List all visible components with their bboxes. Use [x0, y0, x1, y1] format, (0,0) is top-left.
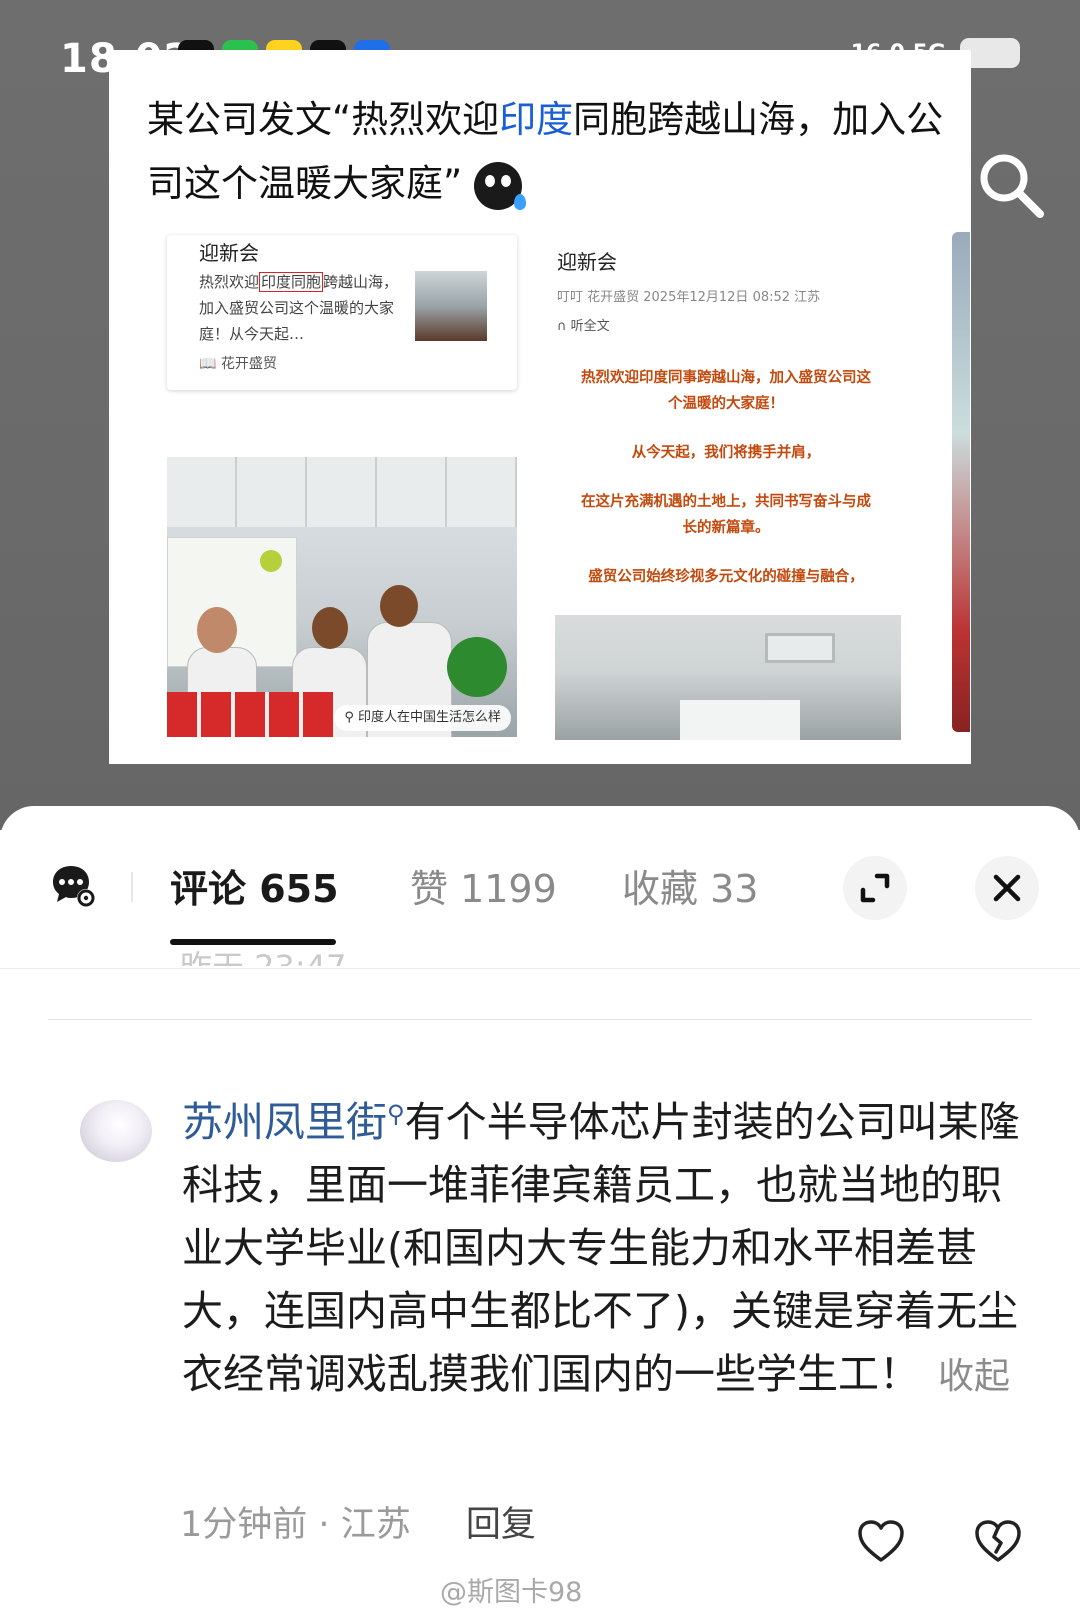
post-preview-area: 18:02 ♪ ● 美团 ✕ C 16.0 5G 某公司发文“热烈欢迎印度同胞跨… [0, 0, 1080, 830]
article-line: 在这片充满机遇的土地上，共同书写奋斗与成 [581, 494, 871, 510]
plant [447, 637, 507, 697]
mini-body-before: 热烈欢迎 [199, 273, 260, 291]
article-line: 从今天起，我们将携手并肩， [631, 445, 821, 461]
image-search-pill[interactable]: ⚲ 印度人在中国生活怎么样 [334, 705, 511, 731]
ceiling [167, 457, 517, 527]
tab-separator [131, 872, 133, 902]
listen-button: ∩ 听全文 [557, 315, 610, 334]
mini-card-source: 📖 花开盛贸 [199, 353, 277, 373]
tab-comments[interactable]: 评论 655 [170, 858, 339, 913]
post-title-part1: 某公司发文“热烈欢迎 [147, 98, 500, 141]
close-button[interactable] [975, 856, 1039, 920]
image-search-label: 印度人在中国生活怎么样 [357, 710, 501, 725]
article-line: 盛贸公司始终珍视多元文化的碰撞与融合， [588, 569, 864, 585]
article-line: 长的新篇章。 [682, 520, 770, 536]
previous-comment-fragment: 昨天 23:47 [180, 942, 346, 966]
mini-card-title: 迎新会 [199, 241, 259, 265]
comment-time: 1分钟前 [180, 1505, 308, 1545]
article-line: 个温暖的大家庭！ [668, 396, 784, 412]
close-icon [993, 874, 1021, 902]
article-photo [555, 615, 901, 740]
article-title: 迎新会 [557, 250, 617, 274]
mini-body-boxed: 印度同胞 [259, 272, 324, 292]
reply-button[interactable]: 回复 [466, 1505, 536, 1545]
headphones-icon: ∩ [557, 319, 567, 334]
tabbar-divider [0, 968, 1080, 969]
heart-icon[interactable] [856, 1518, 906, 1564]
projector-screen [680, 700, 800, 740]
collapse-button[interactable]: 收起 [938, 1356, 1010, 1397]
search-icon[interactable] [976, 150, 1046, 220]
tab-favorites[interactable]: 收藏 33 [622, 858, 758, 913]
post-image-card[interactable]: 某公司发文“热烈欢迎印度同胞跨越山海，加入公司这个温暖大家庭” 迎新会 热烈欢迎… [109, 50, 971, 764]
mini-card-source-label: 花开盛贸 [220, 356, 277, 372]
meta-dot: · [318, 1505, 341, 1545]
chat-settings-icon[interactable] [50, 862, 96, 908]
comment-meta: 1分钟前 · 江苏 回复 [180, 1496, 536, 1547]
shared-article-card: 迎新会 热烈欢迎 印度同胞 跨越山海，加入盛贸公司这个温暖的大家庭！从今天起… 📖 … [167, 235, 517, 390]
article-meta: 叮叮 花开盛贸 2025年12月12日 08:52 江苏 [557, 290, 821, 305]
gift-bags [167, 692, 337, 737]
comment-location: 江苏 [340, 1505, 411, 1545]
mini-card-thumbnail [415, 271, 487, 341]
next-image-edge[interactable] [952, 232, 970, 732]
event-photo: ⚲ 印度人在中国生活怎么样 [167, 457, 517, 737]
comment-divider [48, 1019, 1032, 1020]
search-icon[interactable]: ⚲ [387, 1100, 405, 1128]
listen-label: 听全文 [570, 319, 610, 334]
ceiling-vent [765, 633, 835, 663]
post-title: 某公司发文“热烈欢迎印度同胞跨越山海，加入公司这个温暖大家庭” [147, 88, 947, 216]
search-icon: ⚲ [344, 710, 354, 725]
head [380, 585, 418, 627]
expand-icon [860, 873, 890, 903]
weibo-watermark: @斯图卡98 [440, 1577, 583, 1608]
head [312, 607, 348, 649]
comments-tabbar: 评论 655 赞 1199 收藏 33 [0, 806, 1080, 966]
book-icon: 📖 [199, 356, 217, 372]
broken-heart-icon[interactable] [973, 1518, 1023, 1564]
comment-body: 苏州凤里街⚲有个半导体芯片封装的公司叫某隆科技，里面一堆菲律宾籍员工，也就当地的… [182, 1083, 1022, 1408]
comments-sheet: 评论 655 赞 1199 收藏 33 昨天 23:47 苏州凤里街⚲有个半导体… [0, 806, 1080, 1614]
screen-logo [260, 550, 282, 572]
expand-button[interactable] [843, 856, 907, 920]
mini-card-body: 热烈欢迎 印度同胞 跨越山海，加入盛贸公司这个温暖的大家庭！从今天起… [199, 269, 399, 347]
tab-likes[interactable]: 赞 1199 [410, 858, 557, 913]
article-line: 热烈欢迎印度同事跨越山海，加入盛贸公司这 [581, 370, 871, 386]
head [197, 607, 237, 653]
crying-emoji-icon [473, 161, 526, 210]
comment-username[interactable]: 苏州凤里街 [182, 1098, 387, 1146]
avatar[interactable] [80, 1100, 152, 1162]
post-title-highlight: 印度 [499, 98, 574, 141]
